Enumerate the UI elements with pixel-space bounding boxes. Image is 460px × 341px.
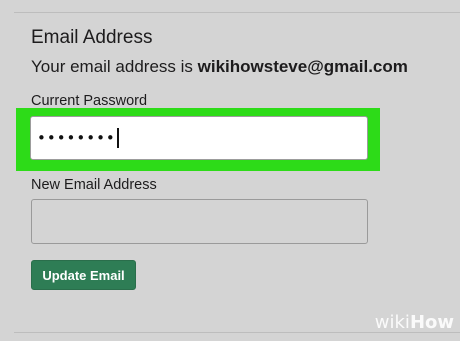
- wikihow-watermark: wikiHow: [374, 312, 454, 333]
- current-password-field[interactable]: ••••••••: [30, 116, 368, 160]
- section-title: Email Address: [31, 27, 153, 48]
- current-email-value: wikihowsteve@gmail.com: [197, 57, 408, 76]
- new-email-field[interactable]: [31, 199, 368, 244]
- current-email-text: Your email address is wikihowsteve@gmail…: [31, 57, 408, 77]
- top-divider: [14, 12, 460, 13]
- new-email-label: New Email Address: [31, 177, 157, 193]
- update-email-button[interactable]: Update Email: [31, 260, 136, 290]
- current-email-prefix: Your email address is: [31, 57, 198, 76]
- current-password-dots: ••••••••: [37, 129, 116, 147]
- text-caret: [116, 128, 119, 148]
- current-password-label: Current Password: [31, 93, 148, 109]
